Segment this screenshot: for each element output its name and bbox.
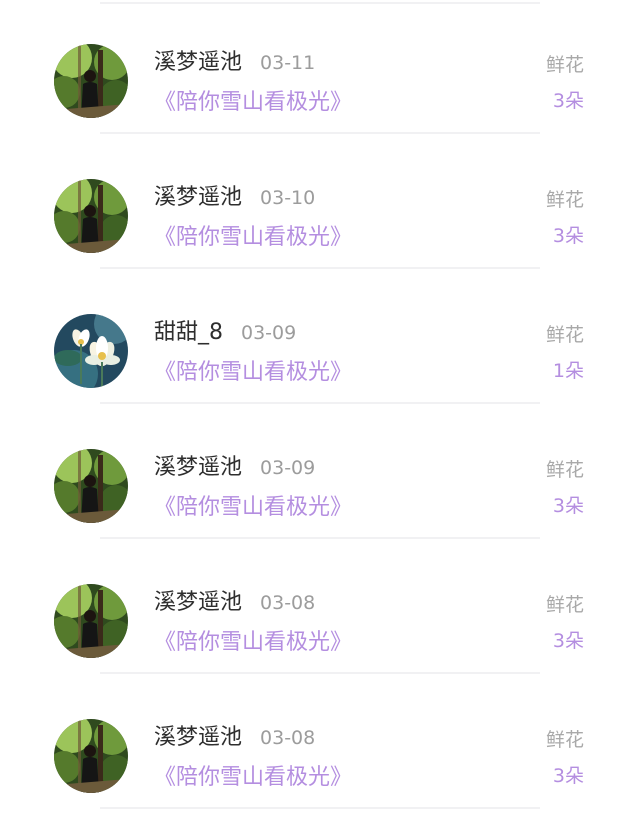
- gift-record-row[interactable]: 溪梦遥池 03-09 《陪你雪山看极光》 鲜花 3朵: [0, 405, 640, 539]
- user-name[interactable]: 溪梦遥池: [154, 185, 242, 210]
- user-avatar[interactable]: [54, 584, 128, 658]
- gift-record-row[interactable]: 甜甜_8 03-09 《陪你雪山看极光》 鲜花 1朵: [0, 270, 640, 404]
- work-title-link[interactable]: 《陪你雪山看极光》: [154, 763, 352, 793]
- work-title-link[interactable]: 《陪你雪山看极光》: [154, 493, 352, 523]
- row-divider: [100, 672, 540, 674]
- gift-record-list: 溪梦遥池 03-11 《陪你雪山看极光》 鲜花 3朵 溪梦遥池 03-10 《陪…: [0, 0, 640, 828]
- work-title-link[interactable]: 《陪你雪山看极光》: [154, 88, 352, 118]
- user-avatar[interactable]: [54, 449, 128, 523]
- user-name[interactable]: 甜甜_8: [154, 320, 223, 345]
- gift-count-label: 3朵: [552, 225, 584, 247]
- gift-type-label: 鲜花: [545, 54, 584, 76]
- gift-type-label: 鲜花: [545, 729, 584, 751]
- date-label: 03-08: [260, 727, 316, 749]
- forest-portrait-avatar-icon: [54, 449, 128, 523]
- user-name[interactable]: 溪梦遥池: [154, 590, 242, 615]
- user-name[interactable]: 溪梦遥池: [154, 50, 242, 75]
- forest-portrait-avatar-icon: [54, 179, 128, 253]
- user-avatar[interactable]: [54, 314, 128, 388]
- date-label: 03-08: [260, 592, 316, 614]
- date-label: 03-10: [260, 187, 316, 209]
- work-title-link[interactable]: 《陪你雪山看极光》: [154, 358, 352, 388]
- work-title-link[interactable]: 《陪你雪山看极光》: [154, 223, 352, 253]
- date-label: 03-09: [260, 457, 316, 479]
- user-avatar[interactable]: [54, 179, 128, 253]
- gift-count-label: 3朵: [552, 630, 584, 652]
- gift-count-label: 3朵: [552, 765, 584, 787]
- work-title-link[interactable]: 《陪你雪山看极光》: [154, 628, 352, 658]
- gift-type-label: 鲜花: [545, 189, 584, 211]
- date-label: 03-11: [260, 52, 316, 74]
- row-divider: [100, 132, 540, 134]
- gift-record-row[interactable]: 溪梦遥池 03-11 《陪你雪山看极光》 鲜花 3朵: [0, 0, 640, 134]
- row-divider: [100, 402, 540, 404]
- row-divider: [100, 807, 540, 809]
- gift-record-row[interactable]: 溪梦遥池 03-10 《陪你雪山看极光》 鲜花 3朵: [0, 135, 640, 269]
- user-name[interactable]: 溪梦遥池: [154, 725, 242, 750]
- gift-type-label: 鲜花: [545, 459, 584, 481]
- user-avatar[interactable]: [54, 44, 128, 118]
- forest-portrait-avatar-icon: [54, 584, 128, 658]
- gift-record-row[interactable]: 溪梦遥池 03-08 《陪你雪山看极光》 鲜花 3朵: [0, 675, 640, 809]
- forest-portrait-avatar-icon: [54, 44, 128, 118]
- gift-count-label: 1朵: [552, 360, 584, 382]
- lotus-flower-avatar-icon: [54, 314, 128, 388]
- gift-type-label: 鲜花: [545, 324, 584, 346]
- row-divider: [100, 537, 540, 539]
- gift-record-row[interactable]: 溪梦遥池 03-08 《陪你雪山看极光》 鲜花 3朵: [0, 540, 640, 674]
- date-label: 03-09: [241, 322, 297, 344]
- gift-type-label: 鲜花: [545, 594, 584, 616]
- forest-portrait-avatar-icon: [54, 719, 128, 793]
- user-avatar[interactable]: [54, 719, 128, 793]
- row-divider: [100, 267, 540, 269]
- user-name[interactable]: 溪梦遥池: [154, 455, 242, 480]
- gift-count-label: 3朵: [552, 495, 584, 517]
- gift-count-label: 3朵: [552, 90, 584, 112]
